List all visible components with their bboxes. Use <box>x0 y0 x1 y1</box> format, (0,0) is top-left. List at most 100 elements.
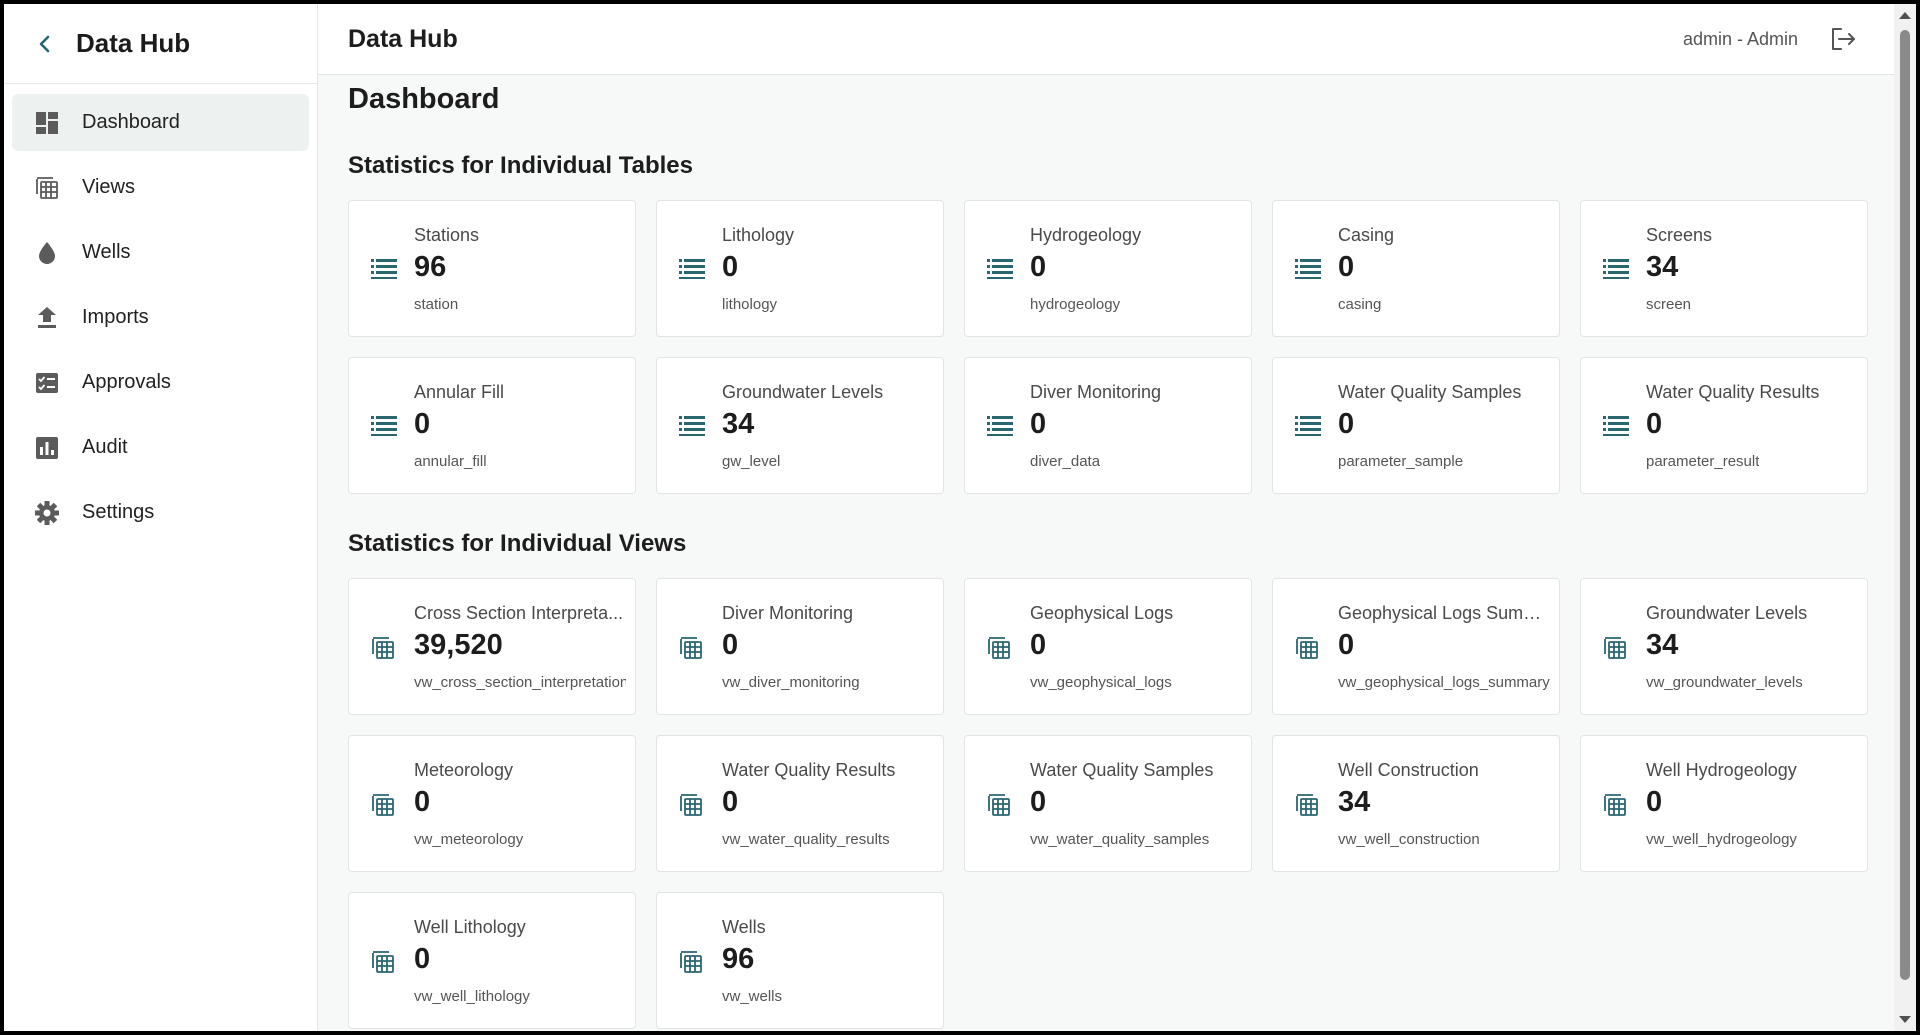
stat-card-key: vw_meteorology <box>414 831 524 848</box>
stat-card-count: 0 <box>722 251 739 283</box>
table-list-icon <box>1295 415 1321 437</box>
sidebar-item-label: Views <box>82 176 135 198</box>
sidebar-item-dashboard[interactable]: Dashboard <box>12 94 309 151</box>
sidebar-item-label: Wells <box>82 241 131 263</box>
table-list-icon <box>1295 258 1321 280</box>
header-actions: admin - Admin <box>1683 24 1894 54</box>
view-table-icon <box>1295 793 1321 816</box>
stat-card-count: 0 <box>1338 408 1355 440</box>
stat-card-count: 0 <box>1338 629 1355 661</box>
stat-card-count: 0 <box>1030 629 1047 661</box>
sidebar-item-approvals[interactable]: Approvals <box>12 354 309 411</box>
logout-button[interactable] <box>1828 24 1858 54</box>
stat-card-count: 96 <box>722 943 755 975</box>
scrollbar-thumb[interactable] <box>1900 30 1910 980</box>
stat-card[interactable]: Water Quality Results 0 vw_water_quality… <box>656 735 944 872</box>
table-list-icon <box>679 258 705 280</box>
view-table-icon <box>371 793 397 816</box>
stat-card[interactable]: Water Quality Samples 0 vw_water_quality… <box>964 735 1252 872</box>
stat-card[interactable]: Wells 96 vw_wells <box>656 892 944 1029</box>
view-table-icon <box>679 950 705 973</box>
stat-card-key: lithology <box>722 296 778 313</box>
stat-card[interactable]: Meteorology 0 vw_meteorology <box>348 735 636 872</box>
stat-card-count: 0 <box>722 629 739 661</box>
stat-card-name: Diver Monitoring <box>722 603 854 623</box>
stat-card[interactable]: Casing 0 casing <box>1272 200 1560 337</box>
stat-card[interactable]: Groundwater Levels 34 vw_groundwater_lev… <box>1580 578 1868 715</box>
scroll-down-arrow[interactable] <box>1899 1016 1911 1023</box>
stat-card-name: Diver Monitoring <box>1030 382 1162 402</box>
sidebar-item-imports[interactable]: Imports <box>12 289 309 346</box>
view-table-icon <box>1603 793 1629 816</box>
table-list-icon <box>1603 415 1629 437</box>
view-table-icon <box>1603 636 1629 659</box>
logout-icon <box>1832 28 1855 50</box>
stat-card[interactable]: Geophysical Logs 0 vw_geophysical_logs <box>964 578 1252 715</box>
stat-card-name: Cross Section Interpreta... <box>414 603 624 623</box>
stat-card[interactable]: Diver Monitoring 0 diver_data <box>964 357 1252 494</box>
stat-card-name: Annular Fill <box>414 382 505 402</box>
stat-card-count: 34 <box>722 408 755 440</box>
stat-card-count: 34 <box>1646 251 1679 283</box>
stat-card-name: Geophysical Logs <box>1030 603 1174 623</box>
view-table-icon <box>679 793 705 816</box>
stat-card[interactable]: Screens 34 screen <box>1580 200 1868 337</box>
page-title: Dashboard <box>348 83 500 115</box>
stat-card-key: vw_well_construction <box>1338 831 1480 848</box>
stat-card[interactable]: Groundwater Levels 34 gw_level <box>656 357 944 494</box>
stat-card-name: Casing <box>1338 225 1395 245</box>
stat-card-count: 39,520 <box>414 629 503 661</box>
stat-card-name: Wells <box>722 917 766 937</box>
sidebar-item-label: Dashboard <box>82 111 180 133</box>
stat-card[interactable]: Stations 96 station <box>348 200 636 337</box>
tables-grid: Stations 96 station Lithology 0 litholog… <box>348 200 1868 494</box>
stat-card-name: Well Hydrogeology <box>1646 760 1797 780</box>
chevron-left-icon <box>39 35 50 52</box>
view-table-icon <box>679 636 705 659</box>
stat-card-count: 0 <box>1646 786 1663 818</box>
stat-card[interactable]: Cross Section Interpreta... 39,520 vw_cr… <box>348 578 636 715</box>
stat-card[interactable]: Hydrogeology 0 hydrogeology <box>964 200 1252 337</box>
sidebar-item-settings[interactable]: Settings <box>12 484 309 541</box>
stat-card-count: 0 <box>1646 408 1663 440</box>
sidebar-item-audit[interactable]: Audit <box>12 419 309 476</box>
stat-card[interactable]: Diver Monitoring 0 vw_diver_monitoring <box>656 578 944 715</box>
sidebar-header: Data Hub <box>4 4 317 84</box>
stat-card-name: Hydrogeology <box>1030 225 1142 245</box>
stat-card-key: vw_well_hydrogeology <box>1646 831 1797 848</box>
stat-card[interactable]: Geophysical Logs Summ... 0 vw_geophysica… <box>1272 578 1560 715</box>
stat-card-name: Lithology <box>722 225 795 245</box>
stat-card[interactable]: Annular Fill 0 annular_fill <box>348 357 636 494</box>
app-window: Data Hub Dashboard Views Wells Imports A… <box>4 4 1916 1031</box>
gear-icon <box>34 500 60 526</box>
stat-card-count: 96 <box>414 251 447 283</box>
sidebar-item-label: Approvals <box>82 371 171 393</box>
stat-card[interactable]: Well Lithology 0 vw_well_lithology <box>348 892 636 1029</box>
stat-card[interactable]: Lithology 0 lithology <box>656 200 944 337</box>
table-list-icon <box>987 415 1013 437</box>
stat-card-count: 34 <box>1646 629 1679 661</box>
back-button[interactable] <box>34 33 56 55</box>
dashboard-icon <box>34 110 60 136</box>
stat-card-key: gw_level <box>722 453 781 470</box>
stat-card-key: parameter_result <box>1646 453 1760 470</box>
stat-card-count: 34 <box>1338 786 1371 818</box>
stat-card-key: annular_fill <box>414 453 487 470</box>
stat-card-count: 0 <box>1030 408 1047 440</box>
stat-card[interactable]: Well Construction 34 vw_well_constructio… <box>1272 735 1560 872</box>
stat-card[interactable]: Water Quality Samples 0 parameter_sample <box>1272 357 1560 494</box>
scroll-up-arrow[interactable] <box>1899 12 1911 19</box>
scrollbar[interactable] <box>1894 4 1916 1031</box>
stat-card-name: Groundwater Levels <box>1646 603 1808 623</box>
sidebar-item-wells[interactable]: Wells <box>12 224 309 281</box>
sidebar-item-views[interactable]: Views <box>12 159 309 216</box>
stat-card[interactable]: Well Hydrogeology 0 vw_well_hydrogeology <box>1580 735 1868 872</box>
stat-card-key: parameter_sample <box>1338 453 1464 470</box>
stat-card-name: Water Quality Samples <box>1030 760 1214 780</box>
stat-card-count: 0 <box>1338 251 1355 283</box>
sidebar-title: Data Hub <box>76 28 191 58</box>
stat-card[interactable]: Water Quality Results 0 parameter_result <box>1580 357 1868 494</box>
stat-card-key: vw_groundwater_levels <box>1646 674 1803 691</box>
stat-card-count: 0 <box>414 408 431 440</box>
stat-card-key: hydrogeology <box>1030 296 1121 313</box>
